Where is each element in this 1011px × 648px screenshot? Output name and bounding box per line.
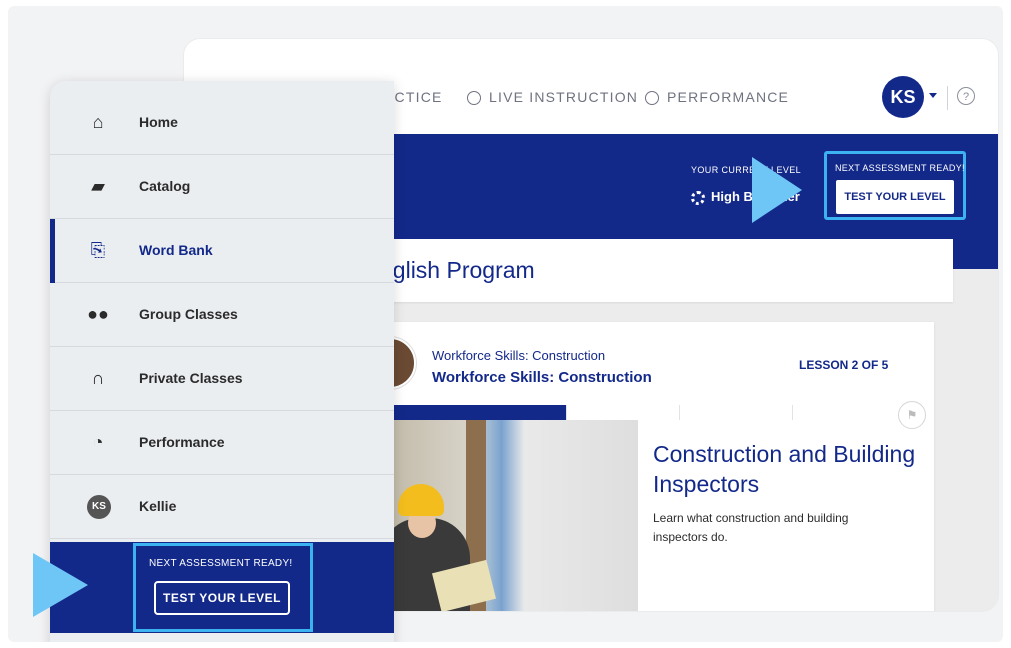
sidebar-assessment-title: NEXT ASSESSMENT READY! (149, 558, 293, 569)
sidebar-item-catalog[interactable]: ▰ Catalog (50, 155, 394, 219)
performance-icon (645, 91, 659, 105)
performance-icon: ◔ (92, 432, 104, 452)
group-icon: ●● (87, 304, 109, 324)
home-icon: ⌂ (92, 112, 104, 132)
lesson-count: LESSON 2 OF 5 (799, 358, 889, 372)
progress-segment (793, 405, 906, 420)
sidebar-item-label: Group Classes (139, 306, 238, 322)
word-bank-icon: ⎘ (90, 240, 106, 260)
user-avatar[interactable]: KS (882, 76, 924, 118)
test-your-level-button[interactable]: TEST YOUR LEVEL (836, 180, 954, 214)
level-ring-icon (691, 191, 705, 205)
nav-live-instruction[interactable]: LIVE INSTRUCTION (467, 89, 638, 105)
avatar: KS (87, 495, 111, 519)
active-indicator (50, 219, 55, 283)
sidebar-item-label: Private Classes (139, 370, 243, 386)
course-title[interactable]: Workforce Skills: Construction (432, 369, 652, 386)
sidebar-item-home[interactable]: ⌂ Home (50, 91, 394, 155)
lesson-title[interactable]: Construction and Building Inspectors (653, 439, 923, 499)
sidebar-item-profile[interactable]: KS Kellie (50, 475, 394, 539)
help-icon[interactable]: ? (957, 87, 975, 105)
sidebar-item-label: Performance (139, 434, 225, 450)
progress-segment (680, 405, 793, 420)
sidebar-item-private-classes[interactable]: ∩ Private Classes (50, 347, 394, 411)
assessment-title: NEXT ASSESSMENT READY! (835, 163, 965, 173)
play-pointer-icon (752, 157, 802, 223)
book-icon: ▰ (91, 176, 105, 196)
sidebar-item-group-classes[interactable]: ●● Group Classes (50, 283, 394, 347)
finish-flag-icon: ⚑ (898, 401, 926, 429)
sidebar-item-label: Word Bank (139, 242, 213, 258)
sidebar-item-performance[interactable]: ◔ Performance (50, 411, 394, 475)
nav-divider (947, 86, 948, 110)
progress-segment (567, 405, 680, 420)
program-title: nglish Program (380, 257, 535, 283)
sidebar-item-label: Kellie (139, 498, 177, 514)
headset-icon (467, 91, 481, 105)
lesson-photo (354, 420, 638, 611)
chevron-down-icon[interactable] (929, 93, 937, 98)
sidebar-item-label: Catalog (139, 178, 191, 194)
lesson-description: Learn what construction and building ins… (653, 511, 849, 544)
headset-icon: ∩ (91, 368, 105, 388)
sidebar-menu: ⌂ Home ▰ Catalog ⎘ Word Bank ●● Group Cl… (50, 81, 394, 642)
screenshot-stage: ACTICE LIVE INSTRUCTION PERFORMANCE KS ?… (8, 6, 1003, 642)
sidebar-item-word-bank[interactable]: ⎘ Word Bank (50, 219, 394, 283)
play-pointer-icon (33, 553, 88, 617)
sidebar-test-your-level-button[interactable]: TEST YOUR LEVEL (154, 581, 290, 615)
course-subtitle: Workforce Skills: Construction (432, 348, 606, 363)
sidebar-item-label: Home (139, 114, 178, 130)
nav-performance[interactable]: PERFORMANCE (645, 89, 789, 105)
